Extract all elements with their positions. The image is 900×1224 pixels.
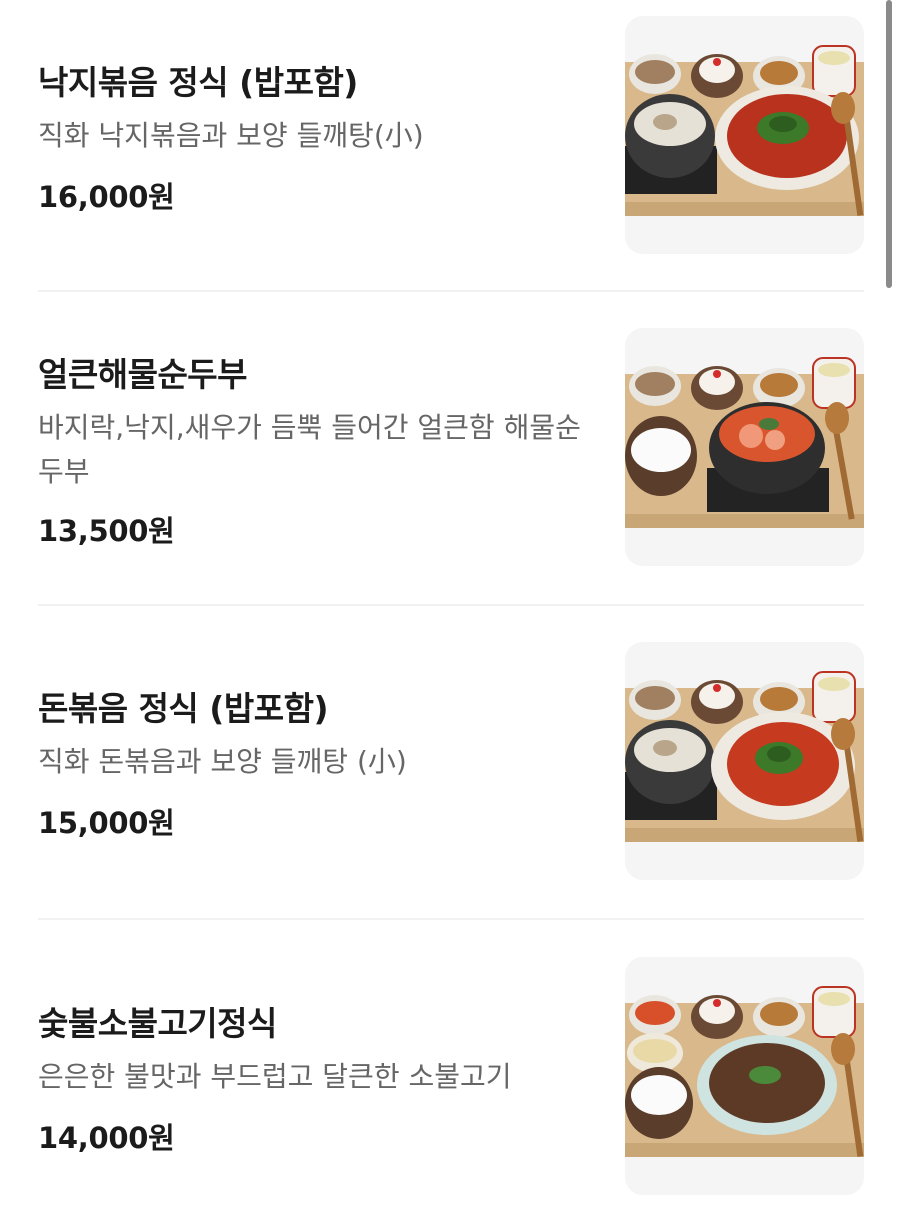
menu-item-price: 14,000원 bbox=[38, 1121, 175, 1155]
menu-item-octopus-set[interactable]: 낙지볶음 정식 (밥포함) 직화 낙지볶음과 보양 들깨탕(小) 16,000원 bbox=[38, 16, 864, 256]
octopus-set-meal-icon[interactable] bbox=[625, 16, 864, 254]
menu-item-bulgogi-set[interactable]: 숯불소불고기정식 은은한 불맛과 부드럽고 달큰한 소불고기 14,000원 bbox=[38, 957, 864, 1197]
menu-item-description: 직화 돈볶음과 보양 들깨탕 (小) bbox=[38, 745, 407, 778]
bulgogi-set-meal-icon[interactable] bbox=[625, 957, 864, 1195]
menu-item-description: 직화 낙지볶음과 보양 들깨탕(小) bbox=[38, 119, 424, 152]
menu-item-name: 숯불소불고기정식 bbox=[38, 1004, 277, 1043]
menu-item-price: 16,000원 bbox=[38, 180, 175, 214]
menu-item-name: 얼큰해물순두부 bbox=[38, 355, 248, 394]
divider bbox=[38, 290, 864, 292]
menu-item-name: 돈볶음 정식 (밥포함) bbox=[38, 689, 329, 728]
menu-item-price: 15,000원 bbox=[38, 806, 175, 840]
menu-item-seafood-tofu[interactable]: 얼큰해물순두부 바지락,낙지,새우가 듬뿍 들어간 얼큰함 해물순두부 13,5… bbox=[38, 328, 864, 568]
menu-item-price: 13,500원 bbox=[38, 514, 175, 548]
menu-item-description: 바지락,낙지,새우가 듬뿍 들어간 얼큰함 해물순두부 bbox=[38, 411, 581, 488]
menu-item-pork-set[interactable]: 돈볶음 정식 (밥포함) 직화 돈볶음과 보양 들깨탕 (小) 15,000원 bbox=[38, 642, 864, 882]
menu-item-description: 은은한 불맛과 부드럽고 달큰한 소불고기 bbox=[38, 1060, 512, 1093]
seafood-tofu-stew-icon[interactable] bbox=[625, 328, 864, 566]
scrollbar[interactable] bbox=[886, 0, 892, 288]
divider bbox=[38, 604, 864, 606]
pork-set-meal-icon[interactable] bbox=[625, 642, 864, 880]
menu-item-name: 낙지볶음 정식 (밥포함) bbox=[38, 63, 358, 102]
divider bbox=[38, 918, 864, 920]
menu-list: 낙지볶음 정식 (밥포함) 직화 낙지볶음과 보양 들깨탕(小) 16,000원 bbox=[0, 0, 900, 1224]
